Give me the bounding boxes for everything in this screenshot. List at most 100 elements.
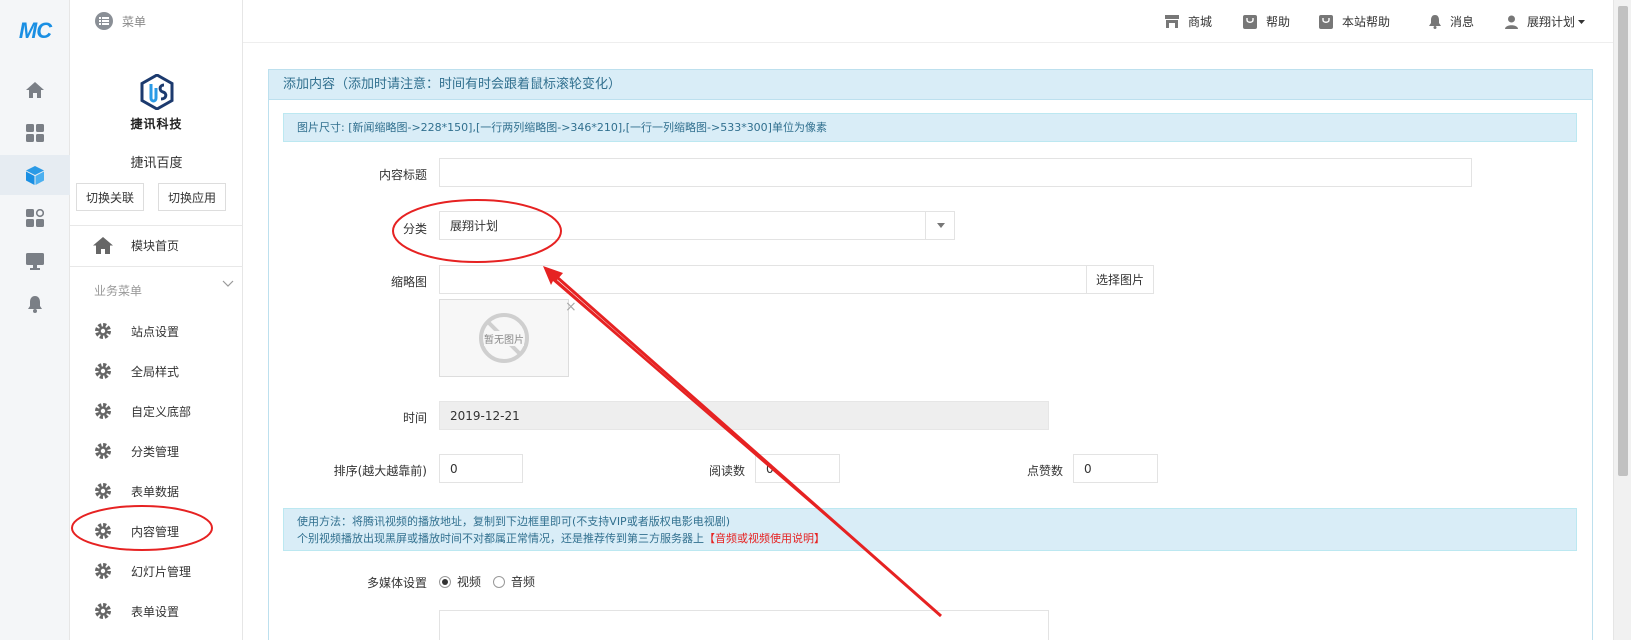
monitor-icon <box>26 252 44 270</box>
messages-link[interactable]: 消息 <box>1429 13 1474 30</box>
media-url-input[interactable] <box>439 610 1049 640</box>
gear-icon <box>95 363 111 379</box>
vertical-scrollbar[interactable] <box>1613 0 1631 640</box>
rail-plugins[interactable] <box>0 198 70 238</box>
gear-icon <box>95 563 111 579</box>
time-input[interactable]: 2019-12-21 <box>439 401 1049 430</box>
app-logo: MC <box>18 18 52 43</box>
pick-image-button[interactable]: 选择图片 <box>1086 265 1154 294</box>
chevron-down-icon[interactable] <box>222 280 234 288</box>
sidebar-item-label: 表单设置 <box>131 604 180 619</box>
menu-list-icon <box>95 12 113 30</box>
user-menu[interactable]: 展翔计划 <box>1505 13 1586 30</box>
switch-link-button[interactable]: 切换关联 <box>76 183 144 211</box>
time-label: 时间 <box>402 411 427 425</box>
rail-monitor[interactable] <box>0 241 70 281</box>
sidebar-divider <box>70 266 243 267</box>
category-dropdown-toggle[interactable] <box>925 211 955 240</box>
media-options: 视频 音频 <box>439 573 535 590</box>
messages-label: 消息 <box>1450 15 1475 29</box>
sidebar-item-site-settings[interactable]: 站点设置 <box>70 313 243 349</box>
store-icon <box>1165 15 1179 28</box>
sidebar-item-label: 模块首页 <box>131 238 180 253</box>
sidebar-item-label: 表单数据 <box>131 484 180 499</box>
media-help-link[interactable]: 【音频或视频使用说明】 <box>704 532 825 545</box>
no-image-text: 暂无图片 <box>484 330 524 346</box>
thumbnail-preview: 暂无图片 <box>439 299 569 377</box>
rail-modules[interactable] <box>0 155 70 195</box>
media-audio-radio[interactable] <box>493 575 506 588</box>
gear-icon <box>95 443 111 459</box>
media-video-label: 视频 <box>457 575 482 589</box>
category-value: 展翔计划 <box>450 219 499 233</box>
home-icon <box>26 82 44 98</box>
brand-emblem-icon <box>140 73 173 111</box>
gear-icon <box>95 483 111 499</box>
thumbnail-label: 缩略图 <box>390 275 427 289</box>
media-audio-label: 音频 <box>511 575 536 589</box>
user-icon <box>1505 15 1518 29</box>
gear-icon <box>95 403 111 419</box>
media-usage-hint: 使用方法：将腾讯视频的播放地址，复制到下边框里即可(不支持VIP或者版权电影电视… <box>283 508 1577 551</box>
likes-input[interactable]: 0 <box>1073 454 1158 483</box>
top-bar: 菜单 商城 帮助 本站帮助 消息 展翔计划 <box>95 0 1613 43</box>
category-label: 分类 <box>402 222 427 236</box>
rail-home[interactable] <box>0 70 70 110</box>
media-video-radio[interactable] <box>439 575 451 588</box>
sidebar-divider <box>70 225 243 226</box>
content-panel: 添加内容（添加时请注意：时间有时会跟着鼠标滚轮变化） 图片尺寸: [新闻缩略图-… <box>268 69 1593 640</box>
rail-apps[interactable] <box>0 113 70 153</box>
sidebar-item-form-settings[interactable]: 表单设置 <box>70 593 243 629</box>
gear-icon <box>95 323 111 339</box>
help-label: 帮助 <box>1266 15 1291 29</box>
widgets-icon <box>26 209 44 227</box>
grid-icon <box>26 124 44 142</box>
sidebar-item-custom-footer[interactable]: 自定义底部 <box>70 393 243 429</box>
help-link[interactable]: 帮助 <box>1243 13 1290 30</box>
mall-link[interactable]: 商城 <box>1165 13 1212 30</box>
sidebar-item-label: 分类管理 <box>131 444 180 459</box>
user-name: 展翔计划 <box>1527 15 1576 29</box>
reads-label: 阅读数 <box>708 464 745 478</box>
title-label: 内容标题 <box>378 168 427 182</box>
thumbnail-input[interactable] <box>439 265 1087 294</box>
sidebar-item-label: 内容管理 <box>131 524 180 539</box>
caret-down-icon <box>1578 19 1586 24</box>
category-select[interactable]: 展翔计划 <box>439 211 955 240</box>
close-icon[interactable]: × <box>565 299 577 315</box>
scrollbar-thumb[interactable] <box>1618 6 1628 476</box>
usage-line-1: 使用方法：将腾讯视频的播放地址，复制到下边框里即可(不支持VIP或者版权电影电视… <box>297 515 730 528</box>
gear-icon <box>95 523 111 539</box>
gear-icon <box>95 603 111 619</box>
home-icon <box>93 236 113 254</box>
sidebar-item-slides[interactable]: 幻灯片管理 <box>70 553 243 589</box>
module-sidebar: 捷讯科技 捷讯百度 切换关联 切换应用 模块首页 业务菜单 站点设置 全局样式 … <box>70 0 243 640</box>
bag-icon <box>1243 14 1257 29</box>
brand-logo: 捷讯科技 <box>70 73 243 132</box>
sidebar-item-content[interactable]: 内容管理 <box>70 513 243 549</box>
site-name: 捷讯百度 <box>130 156 183 171</box>
switch-app-button[interactable]: 切换应用 <box>158 183 226 211</box>
menu-label: 菜单 <box>122 14 147 29</box>
sidebar-item-label: 自定义底部 <box>131 404 192 419</box>
sidebar-item-home[interactable]: 模块首页 <box>70 228 243 262</box>
icon-rail: MC <box>0 0 70 640</box>
sidebar-item-label: 幻灯片管理 <box>131 564 192 579</box>
sidebar-item-form-data[interactable]: 表单数据 <box>70 473 243 509</box>
sidebar-item-label: 站点设置 <box>131 324 180 339</box>
site-help-link[interactable]: 本站帮助 <box>1319 13 1390 30</box>
section-title: 业务菜单 <box>94 284 143 298</box>
reads-input[interactable]: 0 <box>755 454 840 483</box>
title-input[interactable] <box>439 158 1472 187</box>
bell-icon <box>28 296 42 313</box>
brand-text: 捷讯科技 <box>130 117 183 131</box>
site-help-label: 本站帮助 <box>1342 15 1391 29</box>
menu-toggle[interactable]: 菜单 <box>95 12 146 30</box>
sidebar-item-global-style[interactable]: 全局样式 <box>70 353 243 389</box>
sidebar-item-category[interactable]: 分类管理 <box>70 433 243 469</box>
order-input[interactable]: 0 <box>439 454 523 483</box>
bag-icon <box>1319 14 1333 29</box>
rail-notify[interactable] <box>0 284 70 324</box>
image-size-hint: 图片尺寸: [新闻缩略图->228*150],[一行两列缩略图->346*210… <box>283 113 1577 142</box>
panel-title: 添加内容（添加时请注意：时间有时会跟着鼠标滚轮变化） <box>269 70 1592 100</box>
